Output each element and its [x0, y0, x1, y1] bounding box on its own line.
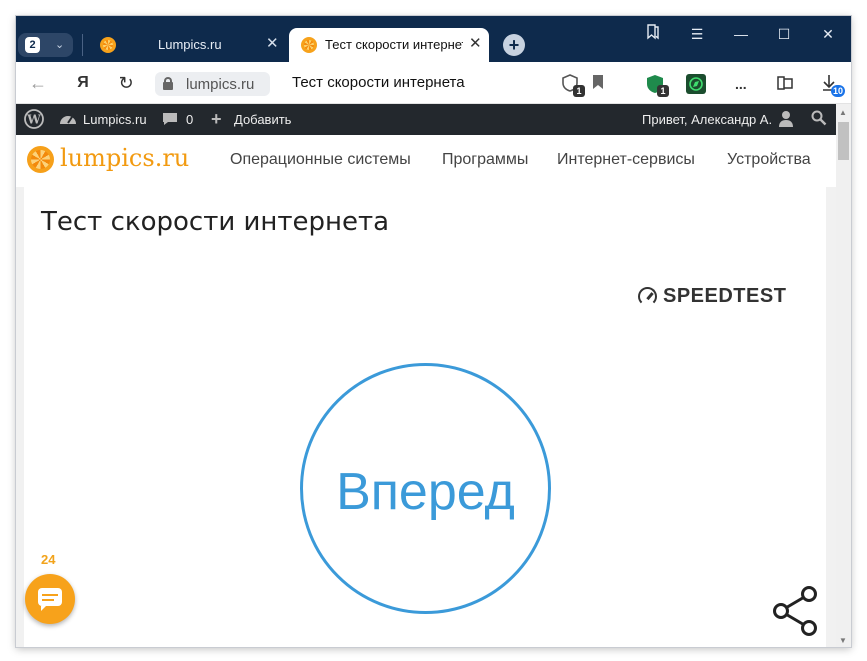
tab-title: Тест скорости интернета	[325, 37, 463, 52]
greeting-text[interactable]: Привет, Александр А.	[642, 112, 772, 127]
scroll-down-icon[interactable]: ▼	[839, 636, 847, 645]
new-tab-button[interactable]: +	[503, 34, 525, 56]
tab-speedtest[interactable]: Тест скорости интернета ✕	[289, 28, 489, 62]
shield-badge: 1	[573, 85, 585, 97]
page-content: Тест скорости интернета SPEEDTEST Вперед…	[16, 187, 836, 647]
bookmark-icon[interactable]	[591, 74, 611, 94]
downloads-badge: 10	[830, 85, 845, 97]
lock-icon	[163, 77, 173, 90]
chat-unread-count: 24	[41, 552, 56, 567]
tab-panel-icon[interactable]	[776, 74, 796, 94]
more-extensions[interactable]: ...	[735, 76, 747, 92]
plus-icon: +	[211, 109, 222, 129]
back-icon[interactable]: ←	[27, 72, 49, 94]
orange-favicon-icon	[100, 37, 116, 53]
chevron-down-icon: ⌄	[55, 39, 65, 51]
url-field[interactable]: lumpics.ru	[155, 72, 270, 96]
page-title: Тест скорости интернета	[41, 207, 390, 237]
tab-bar: 2 ⌄ Lumpics.ru ✕ Тест скорости интернета…	[16, 16, 851, 62]
tab-count-badge: 2	[25, 37, 40, 53]
tab-title: Lumpics.ru	[158, 37, 222, 52]
nav-item-programs[interactable]: Программы	[442, 151, 528, 169]
scroll-up-icon[interactable]: ▲	[839, 108, 847, 117]
nav-item-devices[interactable]: Устройства	[727, 151, 811, 169]
close-icon[interactable]: ✕	[266, 36, 279, 52]
chat-bubble-icon	[38, 588, 62, 611]
add-new-link[interactable]: Добавить	[234, 112, 291, 127]
menu-icon[interactable]: ☰	[685, 24, 709, 44]
address-page-title: Тест скорости интернета	[292, 74, 465, 91]
share-icon[interactable]	[771, 585, 819, 637]
green-shield-extension-icon[interactable]: 1	[645, 74, 669, 97]
compass-extension-icon[interactable]	[686, 74, 706, 94]
go-button-label: Вперед	[336, 463, 515, 521]
admin-site-link[interactable]: Lumpics.ru	[83, 112, 147, 127]
user-avatar-icon[interactable]	[778, 110, 794, 131]
comment-icon[interactable]	[162, 111, 178, 130]
close-icon[interactable]: ✕	[469, 36, 482, 52]
tab-lumpics[interactable]: Lumpics.ru ✕	[86, 28, 289, 62]
reload-icon[interactable]: ↻	[115, 72, 137, 94]
site-header: lumpics.ru Операционные системы Программ…	[16, 135, 836, 187]
wordpress-icon[interactable]: W	[24, 109, 44, 132]
orange-logo-icon[interactable]	[27, 146, 54, 173]
nav-item-os[interactable]: Операционные системы	[230, 151, 411, 169]
address-bar: ← Я ↻ lumpics.ru Тест скорости интернета…	[16, 62, 851, 104]
maximize-button[interactable]: ☐	[772, 24, 796, 44]
page-scrollbar[interactable]: ▲ ▼	[836, 104, 851, 647]
svg-text:W: W	[26, 113, 41, 127]
comments-count: 0	[186, 112, 194, 127]
go-button[interactable]: Вперед	[300, 363, 551, 614]
close-window-button[interactable]: ✕	[816, 24, 840, 44]
speedtest-brand: SPEEDTEST	[663, 285, 787, 307]
tab-separator	[82, 34, 83, 56]
shield-extension-icon[interactable]: 1	[561, 74, 585, 97]
minimize-button[interactable]: —	[729, 24, 753, 44]
yandex-icon[interactable]: Я	[72, 72, 94, 94]
dashboard-icon	[59, 111, 77, 130]
green-badge: 1	[657, 85, 669, 97]
browser-window: 2 ⌄ Lumpics.ru ✕ Тест скорости интернета…	[16, 16, 851, 647]
download-icon[interactable]: 10	[821, 74, 845, 97]
search-icon[interactable]	[811, 110, 827, 129]
chat-button[interactable]	[25, 574, 75, 624]
tab-group-button[interactable]: 2 ⌄	[18, 33, 73, 57]
nav-item-internet-services[interactable]: Интернет-сервисы	[557, 151, 695, 169]
article-card: Тест скорости интернета SPEEDTEST Вперед	[24, 187, 826, 647]
scroll-thumb[interactable]	[838, 122, 849, 160]
bookmarks-panel-icon[interactable]	[641, 24, 665, 44]
orange-favicon-icon	[301, 37, 317, 53]
url-host: lumpics.ru	[186, 76, 255, 93]
wp-admin-bar: W Lumpics.ru 0 + Добавить Привет, Алекса…	[16, 104, 836, 135]
site-logo-text[interactable]: lumpics.ru	[60, 144, 189, 172]
